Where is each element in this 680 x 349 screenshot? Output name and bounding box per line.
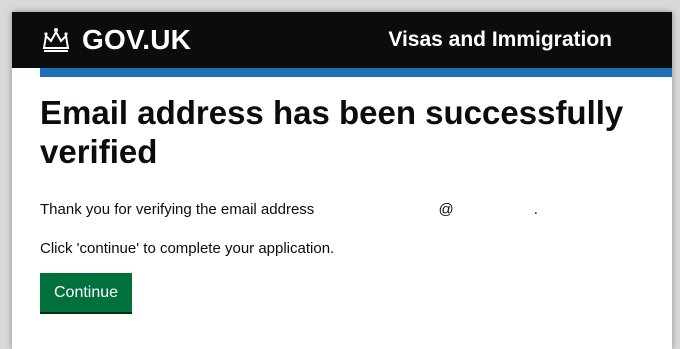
crown-icon bbox=[40, 26, 72, 54]
service-name[interactable]: Visas and Immigration bbox=[388, 28, 612, 52]
logo-text: GOV.UK bbox=[82, 24, 192, 55]
verification-message: Thank you for verifying the email addres… bbox=[40, 201, 644, 218]
page-frame: GOV.UK Visas and Immigration Email addre… bbox=[12, 12, 672, 349]
thanks-text: Thank you for verifying the email addres… bbox=[40, 201, 315, 218]
page-title: Email address has been successfully veri… bbox=[40, 94, 624, 170]
continue-button[interactable]: Continue bbox=[40, 273, 133, 312]
main-content: Email address has been successfully veri… bbox=[12, 77, 672, 312]
instruction-text: Click 'continue' to complete your applic… bbox=[40, 240, 335, 257]
email-at: @ bbox=[438, 201, 454, 218]
govuk-logo[interactable]: GOV.UK bbox=[40, 24, 191, 56]
govuk-header: GOV.UK Visas and Immigration bbox=[12, 12, 672, 68]
email-end: . bbox=[533, 201, 538, 218]
header-blue-bar bbox=[40, 68, 672, 77]
